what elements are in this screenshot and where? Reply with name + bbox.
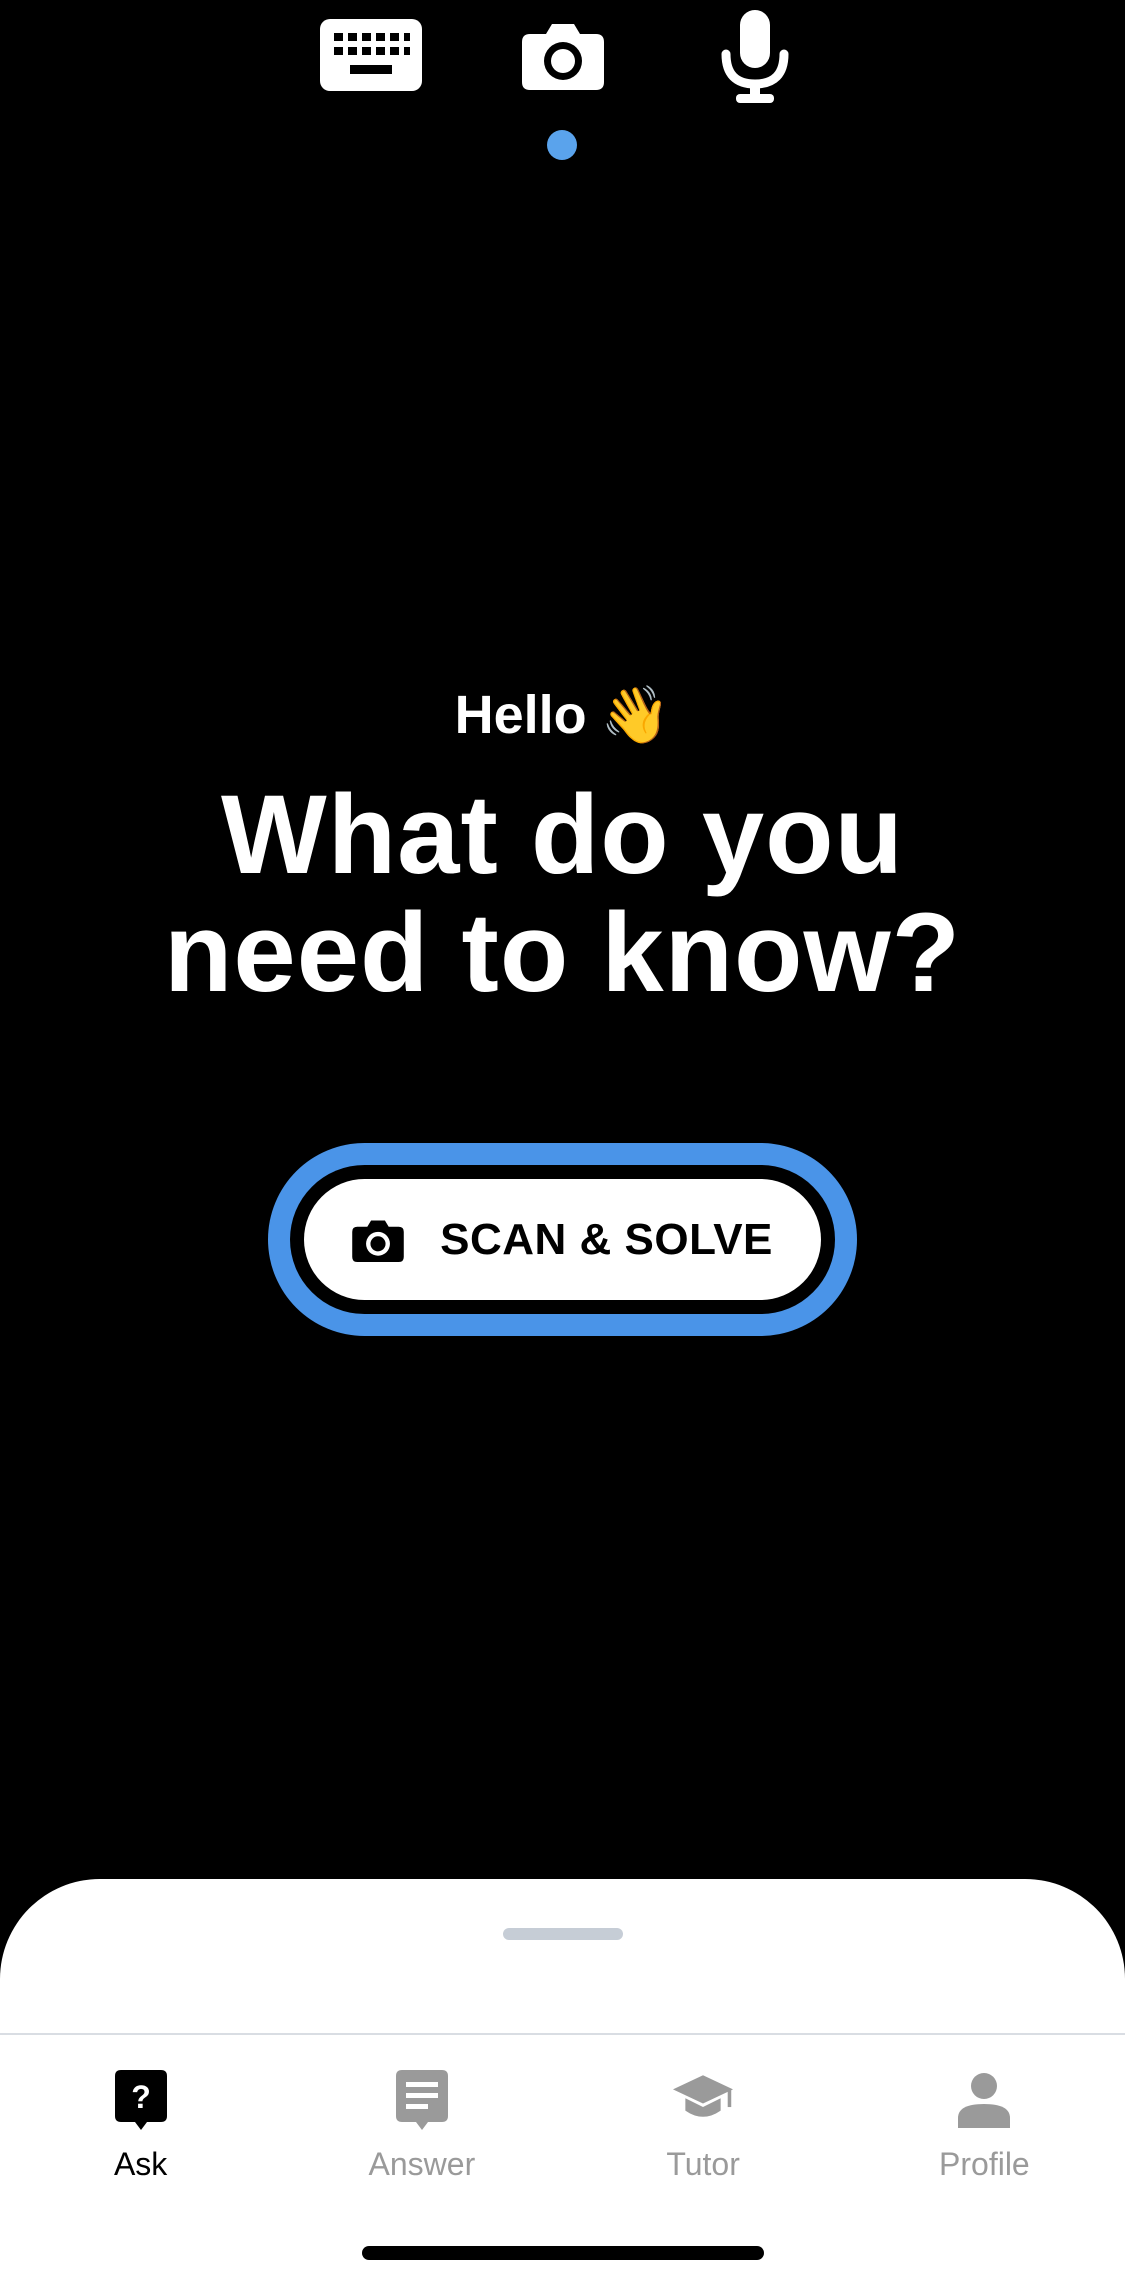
camera-icon bbox=[522, 24, 604, 90]
tab-tutor-label: Tutor bbox=[666, 2146, 740, 2182]
tab-ask[interactable]: ? Ask bbox=[0, 2036, 281, 2216]
svg-text:?: ? bbox=[131, 2079, 151, 2115]
scan-solve-label: SCAN & SOLVE bbox=[440, 1214, 773, 1264]
bottom-tab-bar: ? Ask Answer Tutor Profile bbox=[0, 2036, 1125, 2216]
tabbar-divider bbox=[0, 2033, 1125, 2035]
scan-solve-button-gap: SCAN & SOLVE bbox=[290, 1165, 835, 1314]
keyboard-icon bbox=[320, 19, 422, 91]
scan-solve-button[interactable]: SCAN & SOLVE bbox=[304, 1179, 821, 1300]
tab-profile-label: Profile bbox=[939, 2146, 1030, 2182]
waving-hand-icon: 👋 bbox=[600, 683, 671, 746]
microphone-icon bbox=[721, 10, 789, 103]
active-mode-indicator bbox=[547, 130, 577, 160]
question-bubble-icon: ? bbox=[114, 2070, 167, 2130]
microphone-mode-button[interactable] bbox=[715, 8, 795, 108]
keyboard-mode-button[interactable] bbox=[318, 15, 424, 95]
page-title: What do you need to know? bbox=[164, 772, 961, 1015]
scan-solve-button-ring: SCAN & SOLVE bbox=[268, 1143, 857, 1336]
tab-ask-label: Ask bbox=[113, 2146, 168, 2182]
input-mode-switcher bbox=[0, 0, 1125, 180]
camera-mode-button[interactable] bbox=[520, 15, 606, 95]
tab-answer[interactable]: Answer bbox=[281, 2036, 562, 2216]
graduation-cap-icon bbox=[673, 2075, 734, 2117]
home-indicator bbox=[362, 2246, 764, 2260]
camera-icon bbox=[352, 1220, 404, 1262]
tab-profile[interactable]: Profile bbox=[844, 2036, 1125, 2216]
answer-bubble-icon bbox=[395, 2070, 448, 2130]
greeting-text: Hello bbox=[454, 685, 587, 745]
person-icon bbox=[958, 2073, 1011, 2128]
tab-tutor[interactable]: Tutor bbox=[563, 2036, 844, 2216]
hero: Hello 👋 What do you need to know? bbox=[0, 670, 1125, 1012]
tab-answer-label: Answer bbox=[368, 2146, 476, 2182]
sheet-drag-handle[interactable] bbox=[503, 1928, 623, 1940]
greeting: Hello 👋 bbox=[0, 670, 1125, 760]
